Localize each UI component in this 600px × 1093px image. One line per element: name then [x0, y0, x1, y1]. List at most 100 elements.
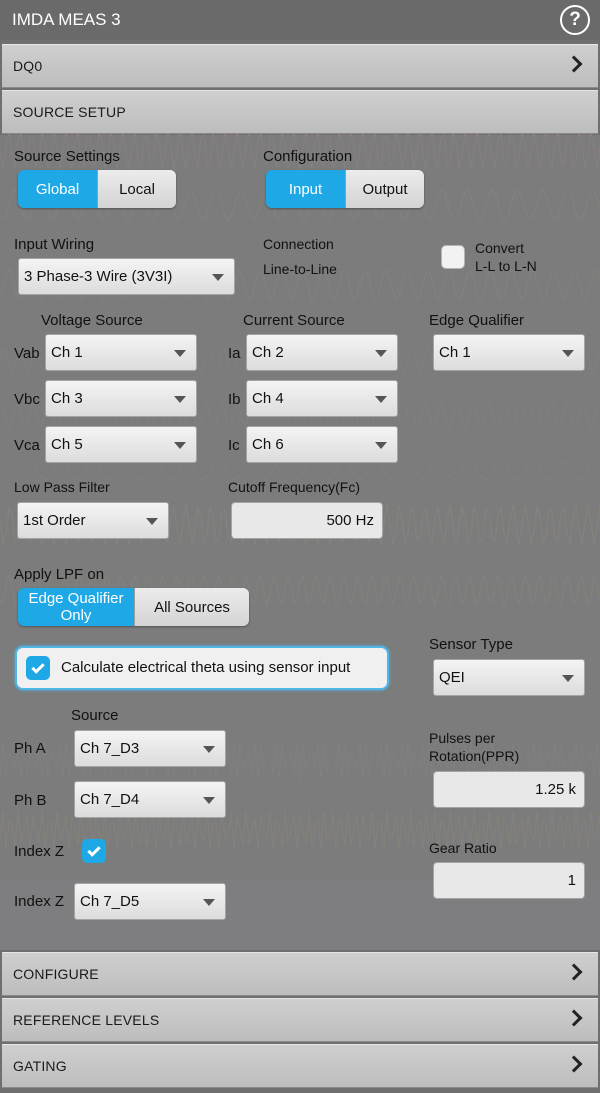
ib-dropdown[interactable]: Ch 4: [246, 380, 398, 417]
edge-qualifier-label: Edge Qualifier: [429, 312, 525, 329]
sensor-type-label: Sensor Type: [429, 636, 513, 653]
dropdown-caret-icon: [203, 797, 215, 804]
edge-qualifier-value: Ch 1: [439, 344, 471, 361]
dropdown-caret-icon: [174, 442, 186, 449]
configuration-label: Configuration: [263, 148, 353, 165]
chevron-right-icon: [565, 963, 583, 981]
vbc-value: Ch 3: [51, 390, 83, 407]
vbc-dropdown[interactable]: Ch 3: [45, 380, 197, 417]
connection-label: Connection: [263, 236, 334, 252]
ia-value: Ch 2: [252, 344, 284, 361]
dropdown-caret-icon: [212, 274, 224, 281]
input-wiring-label: Input Wiring: [14, 236, 95, 253]
window-title: IMDA MEAS 3: [12, 10, 121, 29]
ph-b-label: Ph B: [14, 792, 47, 809]
section-configure[interactable]: CONFIGURE: [2, 952, 598, 996]
ia-dropdown[interactable]: Ch 2: [246, 334, 398, 371]
chevron-right-icon: [565, 1055, 583, 1073]
calculate-theta-label: Calculate electrical theta using sensor …: [61, 659, 351, 676]
chevron-right-icon: [565, 55, 583, 73]
vca-label: Vca: [14, 437, 40, 454]
dropdown-caret-icon: [375, 350, 387, 357]
vab-label: Vab: [14, 345, 40, 362]
apply-lpf-edge-qualifier-button[interactable]: Edge Qualifier Only: [18, 588, 134, 626]
source-settings-global-button[interactable]: Global: [18, 170, 97, 208]
source-settings-toggle: Global Local: [18, 170, 176, 208]
section-gating[interactable]: GATING: [2, 1044, 598, 1088]
title-bar: IMDA MEAS 3 ?: [0, 0, 600, 40]
source-settings-local-button[interactable]: Local: [97, 170, 176, 208]
index-z-dropdown[interactable]: Ch 7_D5: [74, 883, 226, 920]
cutoff-frequency-input[interactable]: 500 Hz: [231, 502, 383, 539]
convert-label-line1: Convert: [475, 240, 525, 256]
ph-a-dropdown[interactable]: Ch 7_D3: [74, 730, 226, 767]
ic-dropdown[interactable]: Ch 6: [246, 426, 398, 463]
ic-label: Ic: [228, 437, 240, 454]
ppr-input[interactable]: 1.25 k: [433, 771, 585, 808]
apply-lpf-toggle: Edge Qualifier Only All Sources: [18, 588, 249, 626]
vab-dropdown[interactable]: Ch 1: [45, 334, 197, 371]
gear-ratio-input[interactable]: 1: [433, 862, 585, 899]
dropdown-caret-icon: [562, 350, 574, 357]
index-z-value: Ch 7_D5: [80, 893, 140, 910]
cutoff-frequency-label: Cutoff Frequency(Fc): [228, 479, 361, 495]
voltage-source-label: Voltage Source: [41, 312, 143, 329]
index-z-check-label: Index Z: [14, 843, 65, 860]
checkmark-icon: [87, 842, 101, 857]
apply-lpf-label: Apply LPF on: [14, 566, 105, 583]
low-pass-filter-label: Low Pass Filter: [14, 479, 110, 495]
vbc-label: Vbc: [14, 391, 40, 408]
chevron-right-icon: [565, 1009, 583, 1027]
vca-dropdown[interactable]: Ch 5: [45, 426, 197, 463]
sensor-type-value: QEI: [439, 669, 465, 686]
edge-qualifier-dropdown[interactable]: Ch 1: [433, 334, 585, 371]
section-dq0[interactable]: DQ0: [2, 44, 598, 88]
index-z-label: Index Z: [14, 893, 65, 910]
section-source-setup-label: SOURCE SETUP: [13, 104, 126, 120]
connection-value: Line-to-Line: [263, 261, 337, 277]
dropdown-caret-icon: [375, 442, 387, 449]
ppr-label-line1: Pulses per: [429, 730, 496, 746]
ib-label: Ib: [228, 391, 241, 408]
section-configure-label: CONFIGURE: [13, 966, 99, 982]
checkmark-icon: [31, 659, 45, 674]
vca-value: Ch 5: [51, 436, 83, 453]
ia-label: Ia: [228, 345, 241, 362]
section-reference-levels[interactable]: REFERENCE LEVELS: [2, 998, 598, 1042]
ppr-label-line2: Rotation(PPR): [429, 748, 520, 764]
section-reference-levels-label: REFERENCE LEVELS: [13, 1012, 160, 1028]
configuration-output-button[interactable]: Output: [345, 170, 424, 208]
dropdown-caret-icon: [174, 350, 186, 357]
index-z-checkbox[interactable]: [82, 839, 106, 863]
input-wiring-dropdown[interactable]: 3 Phase-3 Wire (3V3I): [18, 258, 235, 295]
convert-label-line2: L-L to L-N: [475, 258, 537, 274]
apply-lpf-all-sources-button[interactable]: All Sources: [134, 588, 249, 626]
help-circle-icon[interactable]: ?: [560, 5, 590, 35]
section-source-setup[interactable]: SOURCE SETUP: [2, 90, 598, 134]
apply-lpf-edge-qualifier-line1: Edge Qualifier: [28, 590, 124, 607]
dropdown-caret-icon: [203, 899, 215, 906]
dropdown-caret-icon: [174, 396, 186, 403]
dropdown-caret-icon: [375, 396, 387, 403]
configuration-toggle: Input Output: [266, 170, 424, 208]
ph-b-value: Ch 7_D4: [80, 791, 140, 808]
low-pass-filter-dropdown[interactable]: 1st Order: [17, 502, 169, 539]
dropdown-caret-icon: [562, 675, 574, 682]
dropdown-caret-icon: [146, 518, 158, 525]
low-pass-filter-value: 1st Order: [23, 512, 86, 529]
configuration-input-button[interactable]: Input: [266, 170, 345, 208]
sensor-type-dropdown[interactable]: QEI: [433, 659, 585, 696]
input-wiring-value: 3 Phase-3 Wire (3V3I): [24, 268, 173, 285]
calculate-theta-checkbox[interactable]: [26, 656, 50, 680]
ph-a-label: Ph A: [14, 740, 46, 757]
apply-lpf-edge-qualifier-line2: Only: [60, 607, 92, 624]
section-dq0-label: DQ0: [13, 58, 43, 74]
convert-checkbox[interactable]: [441, 245, 465, 269]
vab-value: Ch 1: [51, 344, 83, 361]
ib-value: Ch 4: [252, 390, 284, 407]
gear-ratio-label: Gear Ratio: [429, 840, 497, 856]
source-settings-label: Source Settings: [14, 148, 120, 165]
ph-b-dropdown[interactable]: Ch 7_D4: [74, 781, 226, 818]
ic-value: Ch 6: [252, 436, 284, 453]
section-gating-label: GATING: [13, 1058, 67, 1074]
